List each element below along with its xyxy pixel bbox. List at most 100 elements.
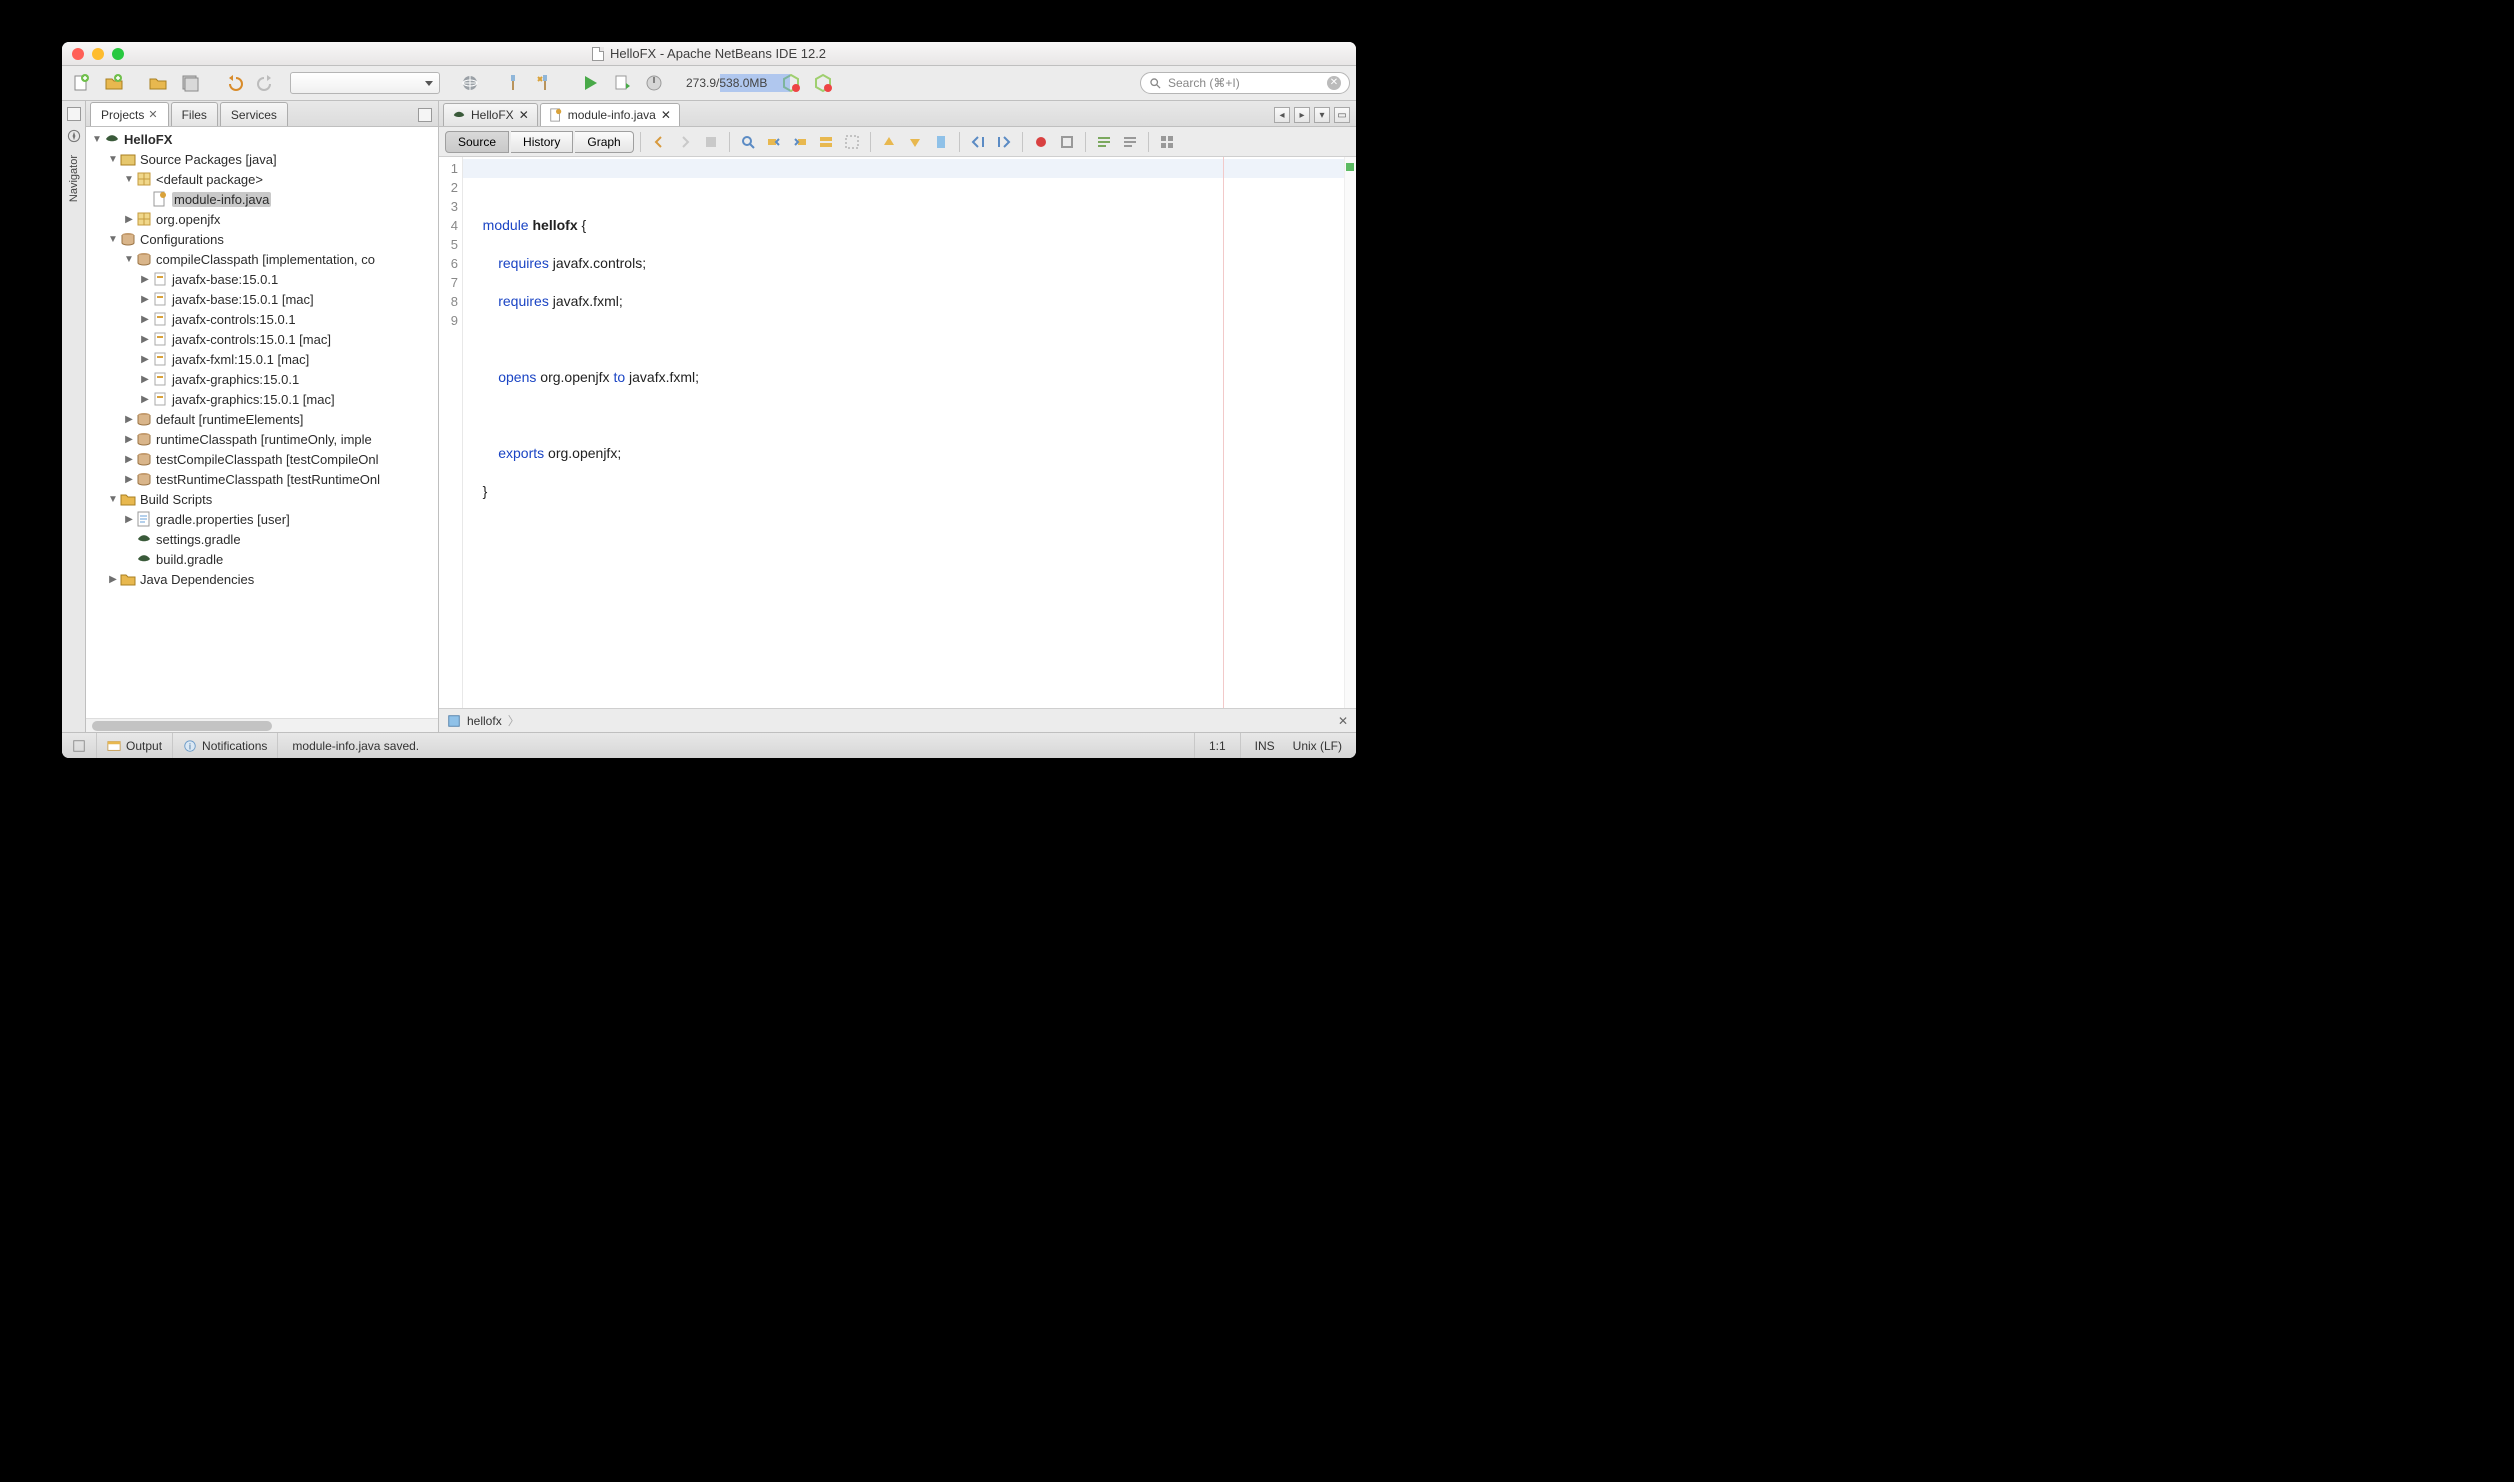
output-button[interactable]: Output <box>97 733 173 758</box>
new-file-button[interactable] <box>68 69 96 97</box>
code-editor[interactable]: 123456789 module hellofx { requires java… <box>439 157 1356 708</box>
tree-default-package[interactable]: <default package> <box>156 172 263 187</box>
scroll-right-icon[interactable]: ▸ <box>1294 107 1310 123</box>
tree-dep[interactable]: javafx-graphics:15.0.1 <box>172 372 299 387</box>
tree-project-root[interactable]: HelloFX <box>124 132 172 147</box>
tree-dep[interactable]: javafx-base:15.0.1 <box>172 272 278 287</box>
search-input[interactable]: Search (⌘+I) ✕ <box>1140 72 1350 94</box>
cursor-position[interactable]: 1:1 <box>1194 733 1240 758</box>
undo-button[interactable] <box>220 69 248 97</box>
comment-icon[interactable] <box>1092 131 1116 153</box>
project-tree[interactable]: ▼HelloFX ▼Source Packages [java] ▼<defau… <box>86 127 438 718</box>
package-folder-icon <box>120 151 136 167</box>
gc-button-2[interactable] <box>809 69 837 97</box>
debug-button[interactable] <box>608 69 636 97</box>
profile-button[interactable] <box>640 69 668 97</box>
restore-windows-icon[interactable] <box>62 733 97 758</box>
globe-icon[interactable] <box>456 69 484 97</box>
tree-dep[interactable]: javafx-graphics:15.0.1 [mac] <box>172 392 335 407</box>
redo-button[interactable] <box>252 69 280 97</box>
navigator-label[interactable]: Navigator <box>68 155 80 202</box>
tab-projects[interactable]: Projects✕ <box>90 102 169 126</box>
tree-cfg-testcompile[interactable]: testCompileClasspath [testCompileOnl <box>156 452 379 467</box>
save-all-button[interactable] <box>176 69 204 97</box>
find-next-icon[interactable] <box>788 131 812 153</box>
shift-right-icon[interactable] <box>992 131 1016 153</box>
insert-mode[interactable]: INS <box>1240 733 1289 758</box>
toggle-highlight-icon[interactable] <box>814 131 838 153</box>
scroll-left-icon[interactable]: ◂ <box>1274 107 1290 123</box>
clean-build-button[interactable] <box>532 69 560 97</box>
build-button[interactable] <box>500 69 528 97</box>
error-stripe[interactable] <box>1344 157 1356 708</box>
close-icon[interactable]: ✕ <box>519 108 529 122</box>
macro-record-icon[interactable] <box>1029 131 1053 153</box>
tree-dep[interactable]: javafx-fxml:15.0.1 [mac] <box>172 352 309 367</box>
toggle-rect-icon[interactable] <box>840 131 864 153</box>
notifications-button[interactable]: iNotifications <box>173 733 278 758</box>
classpath-icon <box>136 451 152 467</box>
maximize-icon[interactable]: ▭ <box>1334 107 1350 123</box>
editor-tab-hellofx[interactable]: HelloFX✕ <box>443 103 538 126</box>
tree-build-gradle[interactable]: build.gradle <box>156 552 223 567</box>
config-combo[interactable] <box>290 72 440 94</box>
window-zoom-button[interactable] <box>112 48 124 60</box>
dropdown-icon[interactable]: ▾ <box>1314 107 1330 123</box>
gradle-icon <box>452 108 466 122</box>
editor-tab-module-info[interactable]: module-info.java✕ <box>540 103 680 126</box>
shift-left-icon[interactable] <box>966 131 990 153</box>
toggle-bookmark-icon[interactable] <box>929 131 953 153</box>
tab-files[interactable]: Files <box>171 102 218 126</box>
history-view-button[interactable]: History <box>511 131 573 153</box>
back-icon[interactable] <box>647 131 671 153</box>
source-view-button[interactable]: Source <box>445 131 509 153</box>
more-icon[interactable] <box>1155 131 1179 153</box>
next-bookmark-icon[interactable] <box>903 131 927 153</box>
close-icon[interactable]: ✕ <box>148 108 157 121</box>
status-ok-icon <box>1346 163 1354 171</box>
tree-source-packages[interactable]: Source Packages [java] <box>140 152 277 167</box>
new-project-button[interactable] <box>100 69 128 97</box>
find-selection-icon[interactable] <box>736 131 760 153</box>
compass-icon[interactable] <box>67 129 81 143</box>
uncomment-icon[interactable] <box>1118 131 1142 153</box>
open-project-button[interactable] <box>144 69 172 97</box>
search-clear-icon[interactable]: ✕ <box>1327 76 1341 90</box>
memory-indicator[interactable]: 273.9/538.0MB <box>680 74 773 92</box>
tree-dep[interactable]: javafx-controls:15.0.1 [mac] <box>172 332 331 347</box>
find-prev-icon[interactable] <box>762 131 786 153</box>
tree-configurations[interactable]: Configurations <box>140 232 224 247</box>
classpath-icon <box>136 471 152 487</box>
minimize-icon[interactable] <box>67 107 81 121</box>
run-button[interactable] <box>576 69 604 97</box>
jar-icon <box>152 311 168 327</box>
tree-settings-gradle[interactable]: settings.gradle <box>156 532 241 547</box>
window-close-button[interactable] <box>72 48 84 60</box>
line-ending[interactable]: Unix (LF) <box>1289 733 1356 758</box>
tree-dep[interactable]: javafx-controls:15.0.1 <box>172 312 296 327</box>
editor-toolbar: SourceHistoryGraph <box>439 127 1356 157</box>
breadcrumb-item[interactable]: hellofx <box>467 714 502 728</box>
tree-gradle-props[interactable]: gradle.properties [user] <box>156 512 290 527</box>
tree-build-scripts[interactable]: Build Scripts <box>140 492 212 507</box>
horizontal-scrollbar[interactable] <box>86 718 438 732</box>
close-icon[interactable]: ✕ <box>661 108 671 122</box>
tree-module-info[interactable]: module-info.java <box>172 192 271 207</box>
properties-icon <box>136 511 152 527</box>
panel-menu-icon[interactable] <box>418 108 432 122</box>
last-edit-icon[interactable] <box>699 131 723 153</box>
window-minimize-button[interactable] <box>92 48 104 60</box>
macro-stop-icon[interactable] <box>1055 131 1079 153</box>
prev-bookmark-icon[interactable] <box>877 131 901 153</box>
breadcrumb-close-icon[interactable]: ✕ <box>1338 714 1348 728</box>
tree-compile-classpath[interactable]: compileClasspath [implementation, co <box>156 252 375 267</box>
forward-icon[interactable] <box>673 131 697 153</box>
tree-cfg-runtime[interactable]: runtimeClasspath [runtimeOnly, imple <box>156 432 372 447</box>
tree-cfg-default[interactable]: default [runtimeElements] <box>156 412 303 427</box>
tree-cfg-testruntime[interactable]: testRuntimeClasspath [testRuntimeOnl <box>156 472 380 487</box>
graph-view-button[interactable]: Graph <box>575 131 633 153</box>
tab-services[interactable]: Services <box>220 102 288 126</box>
tree-java-deps[interactable]: Java Dependencies <box>140 572 254 587</box>
tree-org-openjfx[interactable]: org.openjfx <box>156 212 220 227</box>
tree-dep[interactable]: javafx-base:15.0.1 [mac] <box>172 292 314 307</box>
